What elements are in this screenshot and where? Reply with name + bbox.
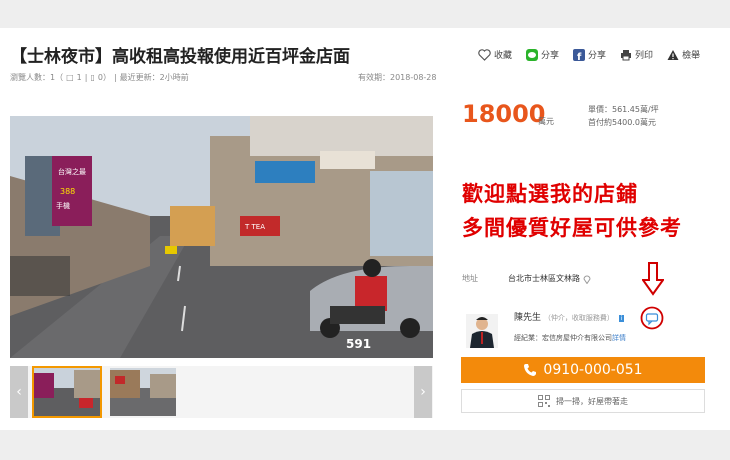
line-share-label: 分享 <box>541 51 560 61</box>
price-row: 18000 萬元 單價：561.45萬/坪 首付約5400.0萬元 <box>462 98 706 138</box>
chevron-right-icon: › <box>420 384 426 400</box>
price-unit: 萬元 <box>538 117 554 126</box>
address-label: 地址 <box>462 274 478 283</box>
arrow-down-icon <box>642 262 664 296</box>
phone-number: 0910-000-051 <box>543 362 643 378</box>
facebook-icon: f <box>573 48 586 61</box>
printer-icon <box>621 49 632 60</box>
agent-photo <box>466 314 498 348</box>
unit-price: 單價：561.45萬/坪 <box>588 105 659 114</box>
comments-count: 1 <box>76 73 82 82</box>
thumbnail-image <box>110 368 176 416</box>
next-photo-button[interactable]: › <box>414 366 432 418</box>
avatar[interactable] <box>466 314 498 348</box>
sign-sub: 手機 <box>56 201 70 210</box>
company-info: 經紀業：宏信房屋仲介有限公司詳情 <box>514 333 626 343</box>
street-photo: 台灣之最 388 手機 T TEA 591 <box>10 116 433 358</box>
heart-icon <box>478 48 491 61</box>
warning-icon <box>667 49 679 60</box>
promo-line-2: 多間優質好屋可供參考 <box>462 215 682 240</box>
promo-line-1: 歡迎點選我的店鋪 <box>462 182 638 206</box>
company-name: 經紀業：宏信房屋仲介有限公司 <box>514 334 612 342</box>
map-pin-icon[interactable] <box>583 274 591 284</box>
price-amount: 18000 <box>462 100 546 128</box>
phone-small-icon: ▯ <box>90 73 95 82</box>
thumbnail-2[interactable] <box>110 368 176 416</box>
listing-meta: 瀏覽人數：1（ □ 1 | ▯ 0） | 最近更新：2小時前 <box>10 73 189 82</box>
company-detail-link[interactable]: 詳情 <box>612 334 626 342</box>
prev-photo-button[interactable]: ‹ <box>10 366 28 418</box>
page-title: 【士林夜市】高收租高投報使用近百坪金店面 <box>10 47 350 67</box>
chevron-left-icon: ‹ <box>16 384 22 400</box>
favorite-label: 收藏 <box>494 51 513 61</box>
facebook-share-label: 分享 <box>588 51 607 61</box>
agent-name: 陳先生 <box>514 313 542 323</box>
comment-icon: □ <box>66 73 74 82</box>
phone-icon <box>524 364 537 376</box>
photo-watermark: 591 <box>346 337 371 351</box>
facebook-share-button[interactable]: f 分享 <box>573 48 606 61</box>
views-count: 瀏覽人數：1（ <box>10 73 64 82</box>
thumbnail-image <box>34 368 100 416</box>
tea-sign: T TEA <box>244 223 265 231</box>
sign-text: 台灣之最 <box>58 167 86 176</box>
expire-date: 有效期：2018-08-28 <box>358 73 437 82</box>
print-button[interactable]: 列印 <box>620 48 653 61</box>
report-label: 檢舉 <box>682 51 701 61</box>
line-share-button[interactable]: 分享 <box>526 48 559 61</box>
verified-badge: i <box>618 315 625 322</box>
main-photo[interactable]: 台灣之最 388 手機 T TEA 591 <box>10 116 433 358</box>
down-payment: 首付約5400.0萬元 <box>588 118 656 127</box>
updated-time: 最近更新：2小時前 <box>119 73 189 82</box>
phone-count: 0） <box>97 73 111 82</box>
qr-label: 掃一掃，好屋帶著走 <box>556 396 628 406</box>
promo-text: 歡迎點選我的店鋪 多間優質好屋可供參考 <box>462 178 682 245</box>
agent-role: （仲介，收取服務費） <box>543 314 614 322</box>
line-icon <box>526 48 539 61</box>
action-bar: 收藏 分享 f 分享 列印 檢舉 <box>478 48 700 61</box>
chat-icon[interactable] <box>640 306 664 330</box>
svg-text:f: f <box>577 52 582 61</box>
favorite-button[interactable]: 收藏 <box>478 48 512 61</box>
qr-code-button[interactable]: 掃一掃，好屋帶著走 <box>461 389 705 413</box>
address-row: 台北市士林區文林路 <box>508 273 591 284</box>
sign-price: 388 <box>60 187 75 196</box>
report-button[interactable]: 檢舉 <box>667 48 700 61</box>
thumbnail-1[interactable] <box>32 366 102 418</box>
listing-page: 【士林夜市】高收租高投報使用近百坪金店面 瀏覽人數：1（ □ 1 | ▯ 0） | 最近更新：… <box>0 28 730 430</box>
print-label: 列印 <box>635 51 654 61</box>
thumbnail-strip: ‹ › <box>10 366 433 418</box>
agent-info: 陳先生 （仲介，收取服務費） i <box>514 310 625 323</box>
phone-button[interactable]: 0910-000-051 <box>461 357 705 383</box>
qr-code-icon <box>538 395 550 407</box>
address-value: 台北市士林區文林路 <box>508 274 580 283</box>
